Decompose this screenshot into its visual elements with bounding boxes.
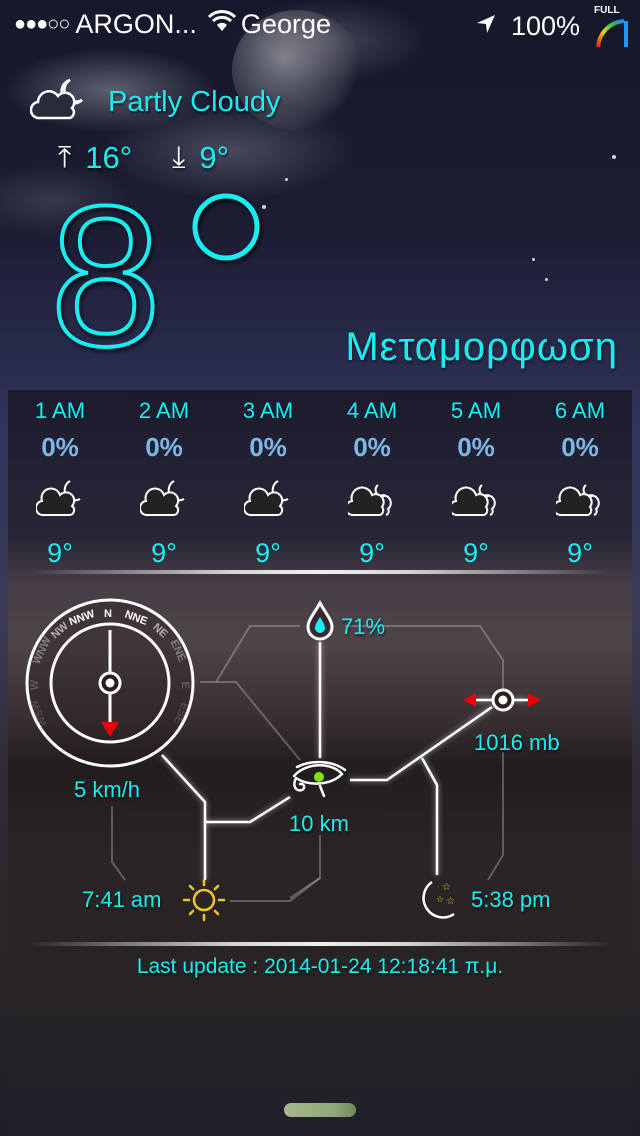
- compass-label: N: [104, 608, 112, 620]
- hour-temp: 9°: [151, 538, 177, 568]
- hour-item[interactable]: 6 AM 0% 9°: [528, 390, 632, 569]
- temperature-value: 8: [50, 185, 161, 365]
- sunset-moon-icon: ☆ ☆ ☆: [422, 880, 455, 919]
- hour-temp: 9°: [359, 538, 385, 568]
- visibility-eye-icon: [292, 760, 347, 798]
- hour-time: 6 AM: [554, 398, 606, 423]
- low-arrow-icon: ⤓: [172, 141, 186, 174]
- sunset-time: 5:38 pm: [471, 887, 551, 912]
- partly-cloudy-night-icon: [29, 78, 86, 127]
- hour-precip: 0%: [249, 432, 287, 462]
- battery-gauge-icon: FULL: [594, 5, 630, 48]
- hour-item[interactable]: 1 AM 0% 9°: [8, 390, 112, 569]
- wifi-icon: [207, 9, 237, 40]
- wind-speed-value: 5 km/h: [74, 777, 141, 802]
- svg-text:☆: ☆: [446, 896, 455, 907]
- degree-symbol: [192, 193, 260, 261]
- drawer-handle[interactable]: [284, 1103, 356, 1117]
- hour-precip: 0%: [561, 432, 599, 462]
- current-temperature: 8: [48, 163, 290, 390]
- sunrise-sun-icon: [182, 878, 226, 922]
- hour-item[interactable]: 2 AM 0% 9°: [112, 390, 216, 569]
- details-network: N NNW NNE NW NE WNW ENE W E WSW ESE ☆ ☆ …: [25, 598, 541, 922]
- high-arrow-icon: ⤒: [58, 141, 72, 174]
- low-temp: 9°: [199, 140, 230, 175]
- compass-label: E: [179, 681, 191, 688]
- carrier-name: ARGON...: [75, 9, 197, 39]
- divider: [28, 570, 612, 574]
- humidity-value: 71%: [341, 614, 386, 639]
- hour-temp: 9°: [255, 538, 281, 568]
- hourly-forecast: 1 AM 0% 9° 2 AM 0% 9° 3 AM 0% 9° 4 AM 0%: [8, 390, 632, 569]
- compass-label: W: [29, 679, 41, 690]
- hour-temp: 9°: [567, 538, 593, 568]
- svg-text:☆: ☆: [442, 882, 451, 893]
- wind-compass: N NNW NNE NW NE WNW ENE W E WSW ESE: [25, 598, 195, 768]
- hour-precip: 0%: [353, 432, 391, 462]
- star: [532, 258, 535, 261]
- star: [612, 155, 616, 159]
- mostly-cloudy-night-icon: [528, 470, 632, 528]
- hour-item[interactable]: 4 AM 0% 9°: [320, 390, 424, 569]
- condition-text: Partly Cloudy: [108, 86, 281, 118]
- mostly-cloudy-night-icon: [320, 470, 424, 528]
- last-update-text: Last update : 2014-01-24 12:18:41 π.μ.: [136, 955, 504, 978]
- hour-time: 4 AM: [346, 398, 398, 423]
- hour-precip: 0%: [457, 432, 495, 462]
- visibility-value: 10 km: [289, 811, 349, 836]
- partly-cloudy-night-icon: [216, 470, 320, 528]
- sunrise-time: 7:41 am: [82, 887, 162, 912]
- pressure-value: 1016 mb: [474, 730, 560, 755]
- star: [285, 178, 288, 181]
- high-low-temps: ⤒ 16° ⤓ 9°: [58, 140, 229, 176]
- partly-cloudy-night-icon: [112, 470, 216, 528]
- hour-item[interactable]: 5 AM 0% 9°: [424, 390, 528, 569]
- hour-temp: 9°: [47, 538, 73, 568]
- svg-text:☆: ☆: [436, 895, 444, 905]
- star: [545, 278, 548, 281]
- hour-time: 5 AM: [450, 398, 502, 423]
- humidity-drop-icon: [306, 599, 334, 641]
- hour-item[interactable]: 3 AM 0% 9°: [216, 390, 320, 569]
- hour-time: 3 AM: [242, 398, 294, 423]
- hour-time: 2 AM: [138, 398, 190, 423]
- mostly-cloudy-night-icon: [424, 470, 528, 528]
- battery-percentage: 100%: [510, 10, 580, 41]
- divider: [28, 942, 612, 946]
- hour-temp: 9°: [463, 538, 489, 568]
- wifi-network-name: George: [240, 9, 331, 39]
- location-name[interactable]: Μεταμορφωση: [345, 325, 618, 370]
- high-temp: 16°: [85, 140, 133, 175]
- status-bar: ●●●○○ ARGON... George 100% FULL: [0, 0, 640, 48]
- partly-cloudy-night-icon: [8, 470, 112, 528]
- pressure-icon: [463, 688, 541, 712]
- hour-precip: 0%: [145, 432, 183, 462]
- hour-time: 1 AM: [34, 398, 86, 423]
- hour-precip: 0%: [41, 432, 79, 462]
- location-arrow-icon: [475, 11, 497, 42]
- current-condition: Partly Cloudy: [29, 78, 281, 127]
- signal-strength-icon: ●●●○○: [14, 13, 70, 35]
